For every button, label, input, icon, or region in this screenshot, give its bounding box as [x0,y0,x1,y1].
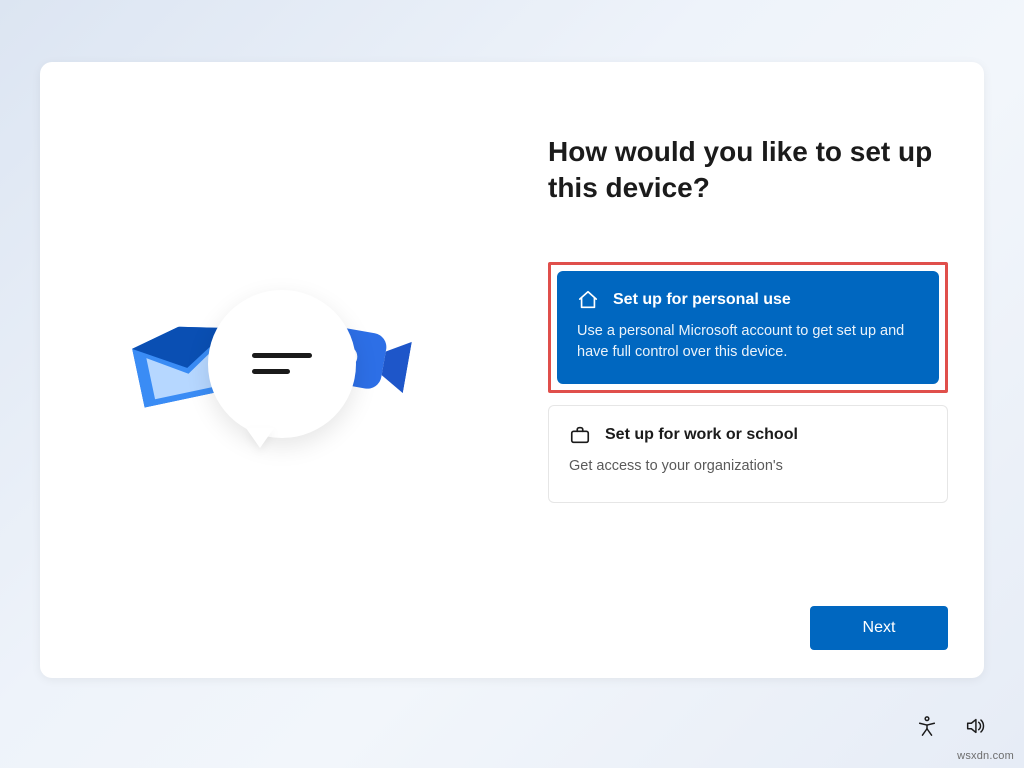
text-lines-icon [252,351,312,377]
page-title: How would you like to set up this device… [548,134,948,206]
setup-panel: How would you like to set up this device… [40,62,984,678]
option-description: Get access to your organization's [569,456,927,478]
option-title: Set up for personal use [613,291,791,309]
selection-highlight: Set up for personal use Use a personal M… [548,262,948,394]
option-personal-use[interactable]: Set up for personal use Use a personal M… [557,271,939,385]
setup-illustration [136,270,416,470]
next-button[interactable]: Next [810,606,948,650]
briefcase-icon [569,424,591,446]
home-icon [577,289,599,311]
option-description: Use a personal Microsoft account to get … [577,321,919,365]
watermark: wsxdn.com [957,750,1014,762]
option-work-school[interactable]: Set up for work or school Get access to … [548,405,948,503]
accessibility-icon[interactable] [916,715,938,742]
system-tray [916,715,986,742]
volume-icon[interactable] [964,715,986,742]
speech-bubble-icon [208,290,356,438]
options-pane: How would you like to set up this device… [512,62,984,678]
option-title: Set up for work or school [605,426,798,444]
illustration-pane [40,62,512,678]
